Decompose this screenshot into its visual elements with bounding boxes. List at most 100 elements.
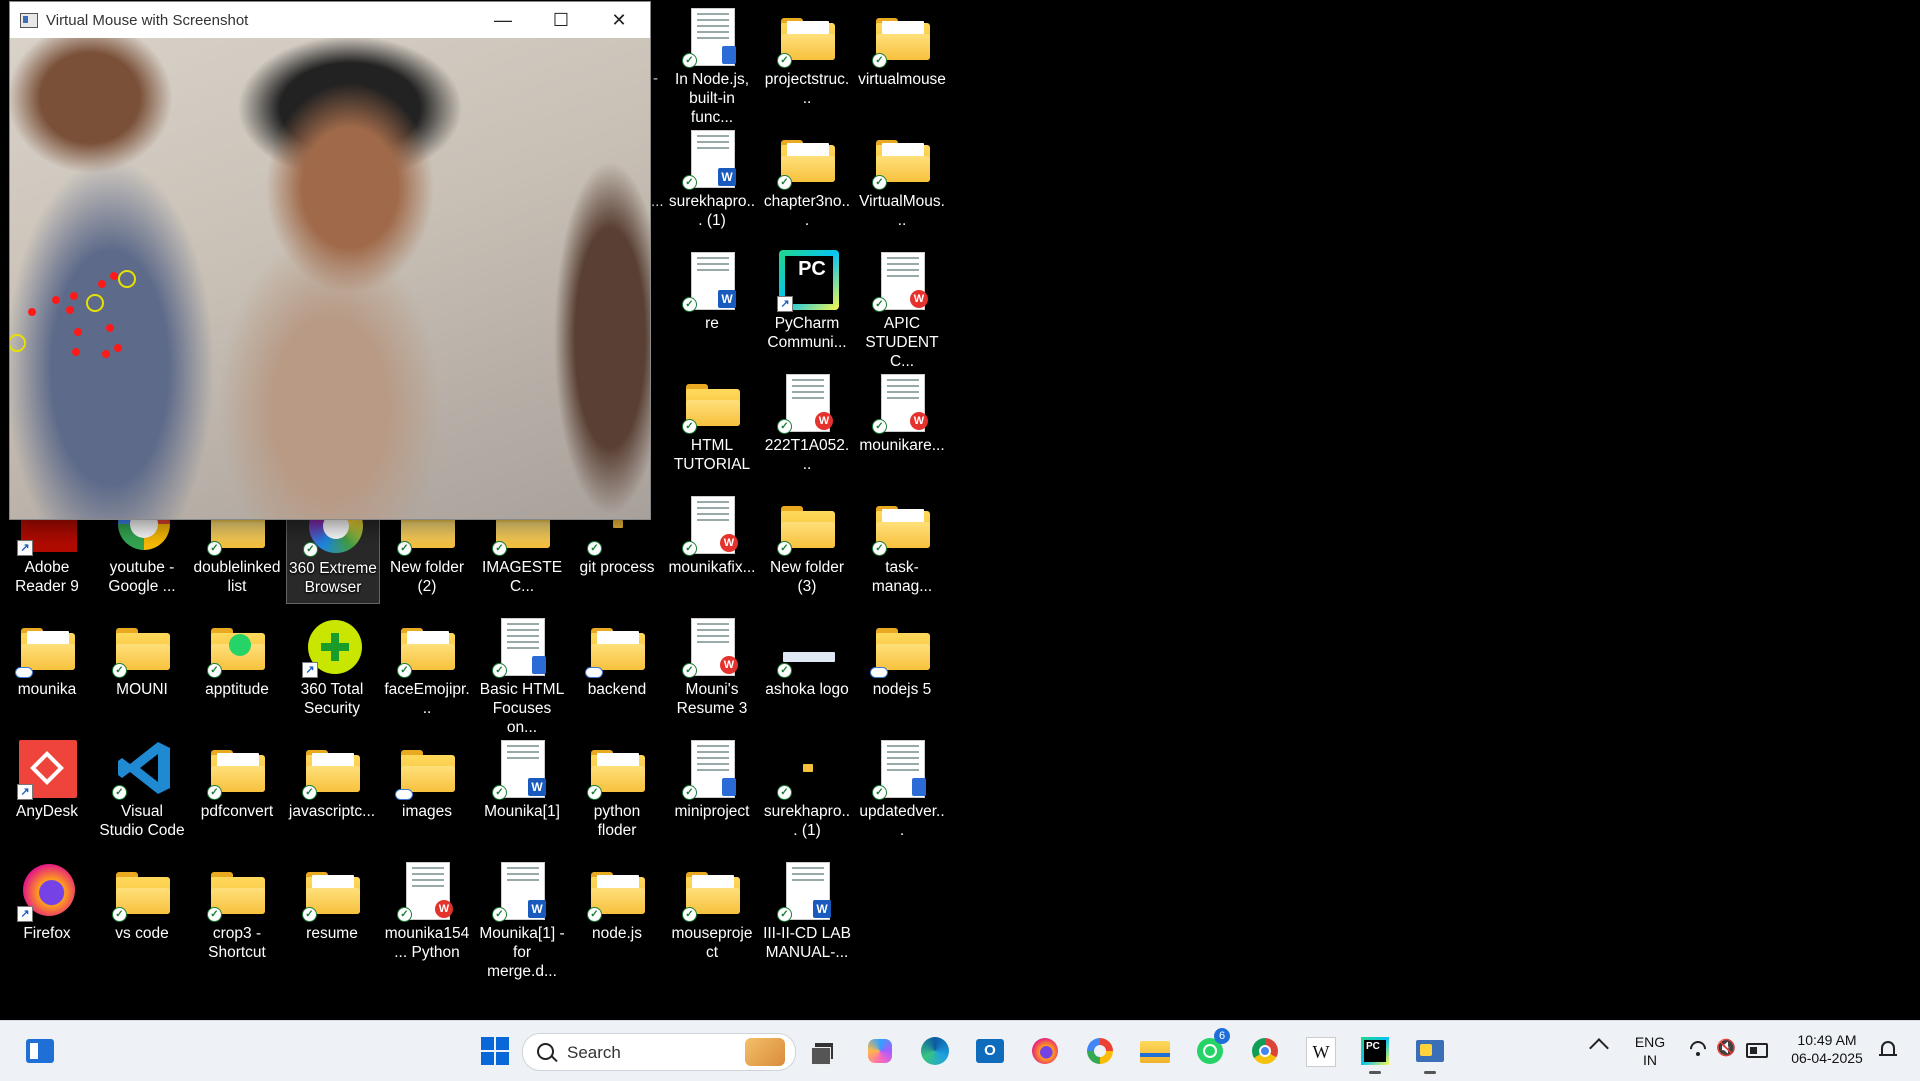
pycharm-icon: PC ↗	[775, 250, 839, 314]
desktop-icon-images[interactable]: images	[381, 734, 473, 846]
widgets-icon[interactable]	[20, 1031, 60, 1071]
notification-bell-icon[interactable]	[1878, 1039, 1898, 1061]
desktop-icon-pdfconvert[interactable]: ✓ pdfconvert	[191, 734, 283, 846]
desktop-icon-mounika-1-for-merge-d[interactable]: W ✓ Mounika[1] - for merge.d...	[476, 856, 568, 980]
close-button[interactable]: ✕	[590, 2, 648, 38]
cloud-status-icon	[870, 667, 888, 678]
folder-doc-icon: ✓	[870, 494, 934, 558]
doc-wps-icon: W ✓	[775, 372, 839, 436]
desktop-icon-mounika154-python[interactable]: W ✓ mounika154... Python	[381, 856, 473, 968]
desktop-icon-in-node-js-built-in-func[interactable]: ✓ In Node.js, built-in func...	[666, 2, 758, 126]
desktop-icon-label: 360 Total Security	[300, 681, 364, 717]
desktop-icon-mouni-s-resume-3[interactable]: W ✓ Mouni's Resume 3	[666, 612, 758, 724]
wifi-icon[interactable]	[1686, 1037, 1710, 1061]
desktop-icon-mouseproject[interactable]: ✓ mouseproject	[666, 856, 758, 968]
desktop-icon-pycharm-communi[interactable]: PC ↗ PyCharm Communi...	[761, 246, 853, 358]
ashoka-icon: ✓	[775, 616, 839, 680]
desktop-icon-ashoka-logo[interactable]: ✓ ashoka logo	[761, 612, 853, 724]
file-explorer-icon[interactable]	[1135, 1031, 1175, 1071]
region-label: IN	[1643, 1052, 1657, 1068]
edge-icon[interactable]	[915, 1031, 955, 1071]
tiny-folder-icon: ✓	[775, 738, 839, 802]
desktop-icon-surekhapro-1[interactable]: W ✓ surekhapro... (1)	[666, 124, 758, 236]
desktop-icon-task-manag[interactable]: ✓ task-manag...	[856, 490, 948, 602]
sync-check-icon: ✓	[207, 663, 222, 678]
volume-muted-icon[interactable]: 🔇	[1716, 1039, 1738, 1059]
desktop-icon-label: mounika154... Python	[384, 925, 470, 961]
desktop-icon-javascriptc[interactable]: ✓ javascriptc...	[286, 734, 378, 846]
desktop-icon-label: PyCharm Communi...	[767, 315, 847, 351]
start-button[interactable]	[475, 1031, 515, 1071]
desktop-icon-apptitude[interactable]: ✓ apptitude	[191, 612, 283, 724]
desktop-icon-surekhapro-1[interactable]: ✓ surekhapro... (1)	[761, 734, 853, 846]
desktop-icon-222t1a052[interactable]: W ✓ 222T1A052...	[761, 368, 853, 480]
folder-icon: ✓	[110, 860, 174, 924]
task-view-icon[interactable]	[803, 1031, 843, 1071]
whatsapp-icon[interactable]: 6	[1190, 1028, 1230, 1071]
desktop-icon-mouni[interactable]: ✓ MOUNI	[96, 612, 188, 724]
desktop-icon-new-folder-3[interactable]: ✓ New folder (3)	[761, 490, 853, 602]
sync-check-icon: ✓	[872, 785, 887, 800]
desktop-icon-miniproject[interactable]: ✓ miniproject	[666, 734, 758, 846]
desktop-icon-apic-student-c[interactable]: W ✓ APIC STUDENT C...	[856, 246, 948, 370]
copilot-icon[interactable]	[860, 1031, 900, 1071]
chrome-icon[interactable]	[1245, 1031, 1285, 1071]
desktop-icon-backend[interactable]: backend	[571, 612, 663, 724]
desktop-icon-iii-ii-cd-lab-manual[interactable]: W ✓ III-II-CD LAB MANUAL-...	[761, 856, 853, 968]
firefox-icon: ↗	[15, 860, 79, 924]
desktop-icon-nodejs-5[interactable]: nodejs 5	[856, 612, 948, 724]
sync-check-icon: ✓	[777, 785, 792, 800]
desktop-icon-anydesk[interactable]: ↗ AnyDesk	[1, 734, 93, 846]
minimize-button[interactable]: —	[474, 2, 532, 38]
desktop-icon-re[interactable]: W ✓ re	[666, 246, 758, 358]
maximize-button[interactable]: ☐	[532, 2, 590, 38]
folder-icon	[870, 616, 934, 680]
fingertip-ring	[10, 334, 26, 352]
desktop-icon-vs-code[interactable]: ✓ vs code	[96, 856, 188, 968]
desktop-icon-label: virtualmouse	[858, 71, 946, 88]
desktop-icon-virtualmous[interactable]: ✓ VirtualMous...	[856, 124, 948, 236]
desktop-icon-label: Mounika[1]	[484, 803, 560, 820]
desktop-icon-virtualmouse[interactable]: ✓ virtualmouse	[856, 2, 948, 114]
desktop-icon-label: apptitude	[205, 681, 269, 698]
desktop-icon-basic-html-focuses-on[interactable]: ✓ Basic HTML Focuses on...	[476, 612, 568, 736]
desktop-icon-firefox[interactable]: ↗ Firefox	[1, 856, 93, 968]
virtual-mouse-window[interactable]: Virtual Mouse with Screenshot — ☐ ✕	[9, 1, 651, 520]
google-icon[interactable]	[1080, 1031, 1120, 1071]
window-titlebar[interactable]: Virtual Mouse with Screenshot — ☐ ✕	[10, 2, 650, 38]
desktop-icon-mounika-1[interactable]: W ✓ Mounika[1]	[476, 734, 568, 846]
desktop-icon-chapter3no[interactable]: ✓ chapter3no...	[761, 124, 853, 236]
desktop-icon-updatedver[interactable]: ✓ updatedver...	[856, 734, 948, 846]
desktop-icon-label: IMAGESTEC...	[481, 559, 563, 595]
desktop-icon-visual-studio-code[interactable]: ✓ Visual Studio Code	[96, 734, 188, 846]
desktop-icon-label: mouseproject	[671, 925, 753, 961]
python-idle-icon[interactable]	[1410, 1031, 1450, 1074]
outlook-icon[interactable]: O	[970, 1031, 1010, 1071]
chevron-up-icon[interactable]	[1589, 1038, 1609, 1058]
desktop-icon-html-tutorial[interactable]: ✓ HTML TUTORIAL	[666, 368, 758, 480]
desktop-icon-faceemojipr[interactable]: ✓ faceEmojipr...	[381, 612, 473, 724]
firefox-icon[interactable]	[1025, 1031, 1065, 1071]
desktop-icon-mounika[interactable]: mounika	[1, 612, 93, 724]
desktop-icon-crop3-shortcut[interactable]: ✓ crop3 - Shortcut	[191, 856, 283, 968]
language-indicator[interactable]: ENG IN	[1630, 1033, 1670, 1069]
wikipedia-icon[interactable]: W	[1300, 1031, 1340, 1071]
desktop-icon-label: Mouni's Resume 3	[676, 681, 748, 717]
desktop-icon-mounikafix[interactable]: W ✓ mounikafix...	[666, 490, 758, 602]
sync-check-icon: ✓	[872, 541, 887, 556]
desktop-icon-360-total-security[interactable]: ↗ 360 Total Security	[286, 612, 378, 724]
battery-icon[interactable]	[1746, 1043, 1768, 1058]
folder-doc-icon: ✓	[680, 860, 744, 924]
pycharm-icon[interactable]: PC	[1355, 1031, 1395, 1074]
clock[interactable]: 10:49 AM 06-04-2025	[1782, 1031, 1872, 1067]
sync-check-icon: ✓	[492, 663, 507, 678]
folder-icon: ✓	[110, 616, 174, 680]
desktop-icon-resume[interactable]: ✓ resume	[286, 856, 378, 968]
desktop-icon-mounikare[interactable]: W ✓ mounikare...	[856, 368, 948, 480]
hand-landmark	[98, 280, 106, 288]
taskbar-search-box[interactable]: Search	[522, 1033, 796, 1071]
desktop-icon-node-js[interactable]: ✓ node.js	[571, 856, 663, 968]
desktop-icon-python-floder[interactable]: ✓ python floder	[571, 734, 663, 846]
hand-landmark	[110, 272, 118, 280]
desktop-icon-projectstruc[interactable]: ✓ projectstruc...	[761, 2, 853, 114]
